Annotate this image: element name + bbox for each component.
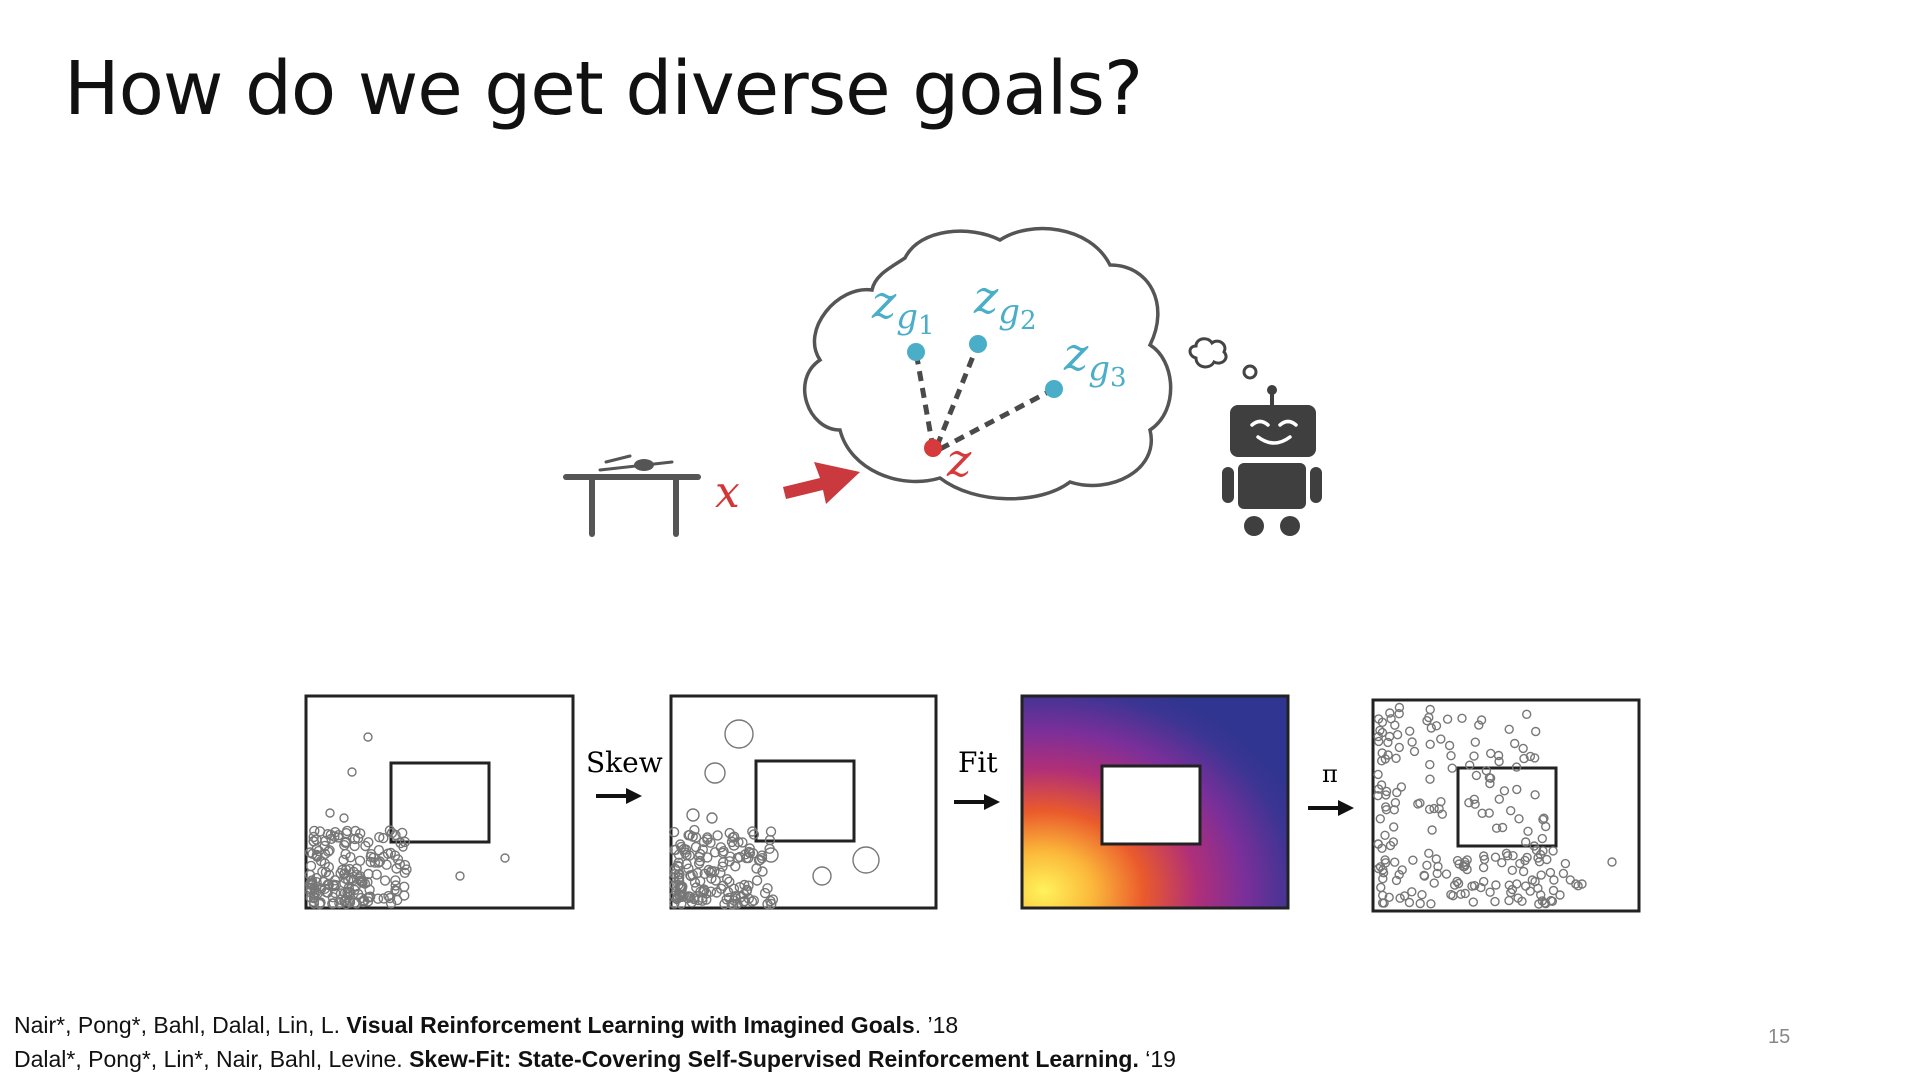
panel-samples — [304, 694, 575, 910]
reference-2: Dalal*, Pong*, Lin*, Nair, Bahl, Levine.… — [14, 1046, 1176, 1073]
table-icon — [563, 454, 701, 537]
step-label-skew: Skew — [586, 746, 663, 779]
robot-icon — [1222, 385, 1322, 536]
reference-1: Nair*, Pong*, Bahl, Dalal, Lin, L. Visua… — [14, 1012, 958, 1039]
step-arrow-1 — [596, 788, 642, 804]
panel-fitted-density — [1020, 694, 1290, 910]
thought-bubbles-icon — [1188, 337, 1258, 380]
reference-1-authors: Nair*, Pong*, Bahl, Dalal, Lin, L. — [14, 1012, 347, 1038]
figure-canvas: x zg1 zg2 zg3 z Skew Fit π — [304, 226, 1641, 913]
step-label-fit: Fit — [958, 746, 998, 779]
step-label-pi: π — [1322, 760, 1338, 788]
reference-1-year: . ’18 — [914, 1012, 959, 1038]
reference-2-authors: Dalal*, Pong*, Lin*, Nair, Bahl, Levine. — [14, 1046, 410, 1072]
latent-point — [924, 439, 942, 457]
reference-1-title[interactable]: Visual Reinforcement Learning with Imagi… — [346, 1012, 914, 1038]
reference-2-year: ‘19 — [1138, 1046, 1176, 1072]
latent-label-z: z — [946, 433, 972, 487]
step-arrow-3 — [1308, 800, 1354, 816]
goal-point-3 — [1045, 380, 1063, 398]
panel-policy-samples — [1371, 698, 1641, 913]
input-label-x: x — [715, 467, 740, 518]
goal-point-2 — [969, 335, 987, 353]
reference-2-title[interactable]: Skew-Fit: State-Covering Self-Supervised… — [409, 1046, 1139, 1072]
step-arrow-2 — [954, 794, 1000, 810]
panel-skewed-samples — [668, 694, 938, 910]
slide-number: 15 — [1768, 1026, 1791, 1048]
goal-point-1 — [907, 343, 925, 361]
encoder-arrow — [783, 462, 860, 504]
